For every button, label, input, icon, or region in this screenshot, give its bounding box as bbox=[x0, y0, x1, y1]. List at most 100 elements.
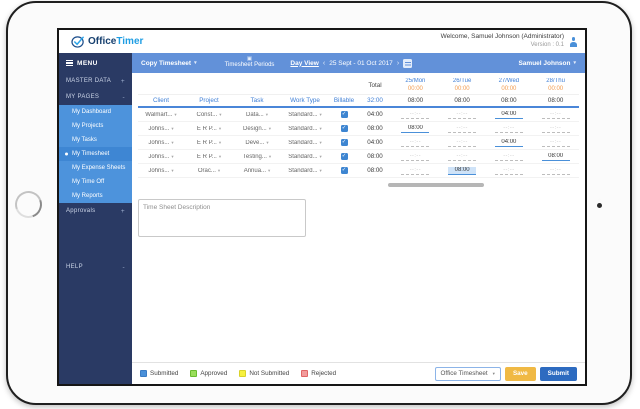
project-dropdown[interactable]: E R P...▾ bbox=[184, 140, 234, 146]
sidebar-item-my-pages[interactable]: MY PAGES - bbox=[59, 89, 132, 105]
work-type-dropdown[interactable]: Standard...▾ bbox=[280, 112, 330, 118]
work-type-dropdown[interactable]: Standard...▾ bbox=[280, 168, 330, 174]
client-dropdown[interactable]: Walmart...▾ bbox=[138, 112, 184, 118]
task-dropdown[interactable]: Deve...▾ bbox=[234, 140, 280, 146]
chevron-down-icon: ▾ bbox=[320, 112, 322, 118]
sidebar-item-help[interactable]: HELP - bbox=[59, 259, 132, 275]
home-button[interactable] bbox=[11, 187, 47, 223]
billable-cell: ✓ bbox=[330, 167, 358, 174]
task-dropdown[interactable]: Data...▾ bbox=[234, 112, 280, 118]
day-cell: --:-- bbox=[392, 167, 439, 175]
project-dropdown[interactable]: Const...▾ bbox=[184, 112, 234, 118]
sidebar-item-my-tasks[interactable]: My Tasks bbox=[59, 133, 132, 147]
user-avatar-icon[interactable] bbox=[568, 36, 579, 47]
table-row: Walmart...▾Const...▾Data...▾Standard...▾… bbox=[138, 108, 579, 122]
time-entry-input[interactable]: --:-- bbox=[495, 125, 523, 133]
horizontal-scrollbar[interactable] bbox=[388, 183, 484, 187]
sidebar-item-master-data[interactable]: MASTER DATA + bbox=[59, 73, 132, 89]
officetimer-logo: OfficeTimer bbox=[71, 35, 143, 48]
work-type-dropdown[interactable]: Standard...▾ bbox=[280, 126, 330, 132]
time-entry-input[interactable]: 08:00 bbox=[448, 167, 476, 175]
billable-checkbox[interactable]: ✓ bbox=[341, 153, 348, 160]
sidebar-item-approvals[interactable]: Approvals + bbox=[59, 203, 132, 219]
time-entry-input[interactable]: --:-- bbox=[401, 111, 429, 119]
submit-button[interactable]: Submit bbox=[540, 367, 577, 381]
time-entry-input[interactable]: --:-- bbox=[542, 139, 570, 147]
chevron-down-icon: ▾ bbox=[219, 126, 221, 132]
expand-icon: + bbox=[121, 208, 125, 215]
row-total-value: 08:00 bbox=[358, 153, 392, 160]
prev-week-button[interactable]: ‹ bbox=[323, 60, 325, 67]
copy-timesheet-dropdown[interactable]: Copy Timesheet ▾ bbox=[141, 60, 197, 67]
work-type-value: Standard...▾ bbox=[288, 168, 322, 174]
time-entry-input[interactable]: --:-- bbox=[542, 125, 570, 133]
client-dropdown[interactable]: Johns...▾ bbox=[138, 168, 184, 174]
time-entry-input[interactable]: --:-- bbox=[448, 153, 476, 161]
timesheet-periods-button[interactable]: ▣ Timesheet Periods bbox=[225, 57, 275, 69]
chevron-down-icon: ▾ bbox=[269, 126, 271, 132]
time-entry-input[interactable]: --:-- bbox=[401, 167, 429, 175]
client-dropdown[interactable]: Johns...▾ bbox=[138, 140, 184, 146]
billable-checkbox[interactable]: ✓ bbox=[341, 167, 348, 174]
master-data-label: MASTER DATA bbox=[66, 78, 111, 84]
task-text: Data... bbox=[246, 112, 264, 118]
time-entry-input[interactable]: --:-- bbox=[401, 139, 429, 147]
time-entry-input[interactable]: --:-- bbox=[542, 111, 570, 119]
day-header-25/Mon: 25/Mon00:00 bbox=[392, 78, 439, 92]
day-cell: --:-- bbox=[392, 139, 439, 147]
chevron-down-icon: ▾ bbox=[266, 112, 268, 118]
day-cell: --:-- bbox=[486, 125, 533, 133]
task-value: Deve...▾ bbox=[245, 140, 268, 146]
user-selector-dropdown[interactable]: Samuel Johnson ▾ bbox=[518, 60, 576, 67]
time-entry-input[interactable]: 04:00 bbox=[495, 111, 523, 119]
task-dropdown[interactable]: Testing...▾ bbox=[234, 154, 280, 160]
timesheet-type-select[interactable]: Office Timesheet ▾ bbox=[435, 367, 501, 381]
status-legend: SubmittedApprovedNot SubmittedRejected bbox=[140, 370, 336, 377]
sidebar-item-my-timesheet[interactable]: My Timesheet bbox=[59, 147, 132, 161]
day-cell: --:-- bbox=[486, 167, 533, 175]
time-entry-input[interactable]: --:-- bbox=[495, 153, 523, 161]
time-entry-input[interactable]: --:-- bbox=[448, 125, 476, 133]
work-type-value: Standard...▾ bbox=[288, 140, 322, 146]
project-dropdown[interactable]: Orac...▾ bbox=[184, 168, 234, 174]
sidebar-item-my-projects[interactable]: My Projects bbox=[59, 119, 132, 133]
menu-label: MENU bbox=[77, 60, 98, 67]
time-entry-input[interactable]: --:-- bbox=[448, 139, 476, 147]
officetimer-app: OfficeTimer Welcome, Samuel Johnson (Adm… bbox=[59, 30, 585, 384]
task-dropdown[interactable]: Design...▾ bbox=[234, 126, 280, 132]
project-dropdown[interactable]: E R P...▾ bbox=[184, 126, 234, 132]
day-view-link[interactable]: Day View bbox=[290, 60, 318, 67]
sidebar-item-my-time-off[interactable]: My Time Off bbox=[59, 175, 132, 189]
save-button[interactable]: Save bbox=[505, 367, 536, 381]
work-type-dropdown[interactable]: Standard...▾ bbox=[280, 140, 330, 146]
client-dropdown[interactable]: Johns...▾ bbox=[138, 154, 184, 160]
billable-cell: ✓ bbox=[330, 153, 358, 160]
project-text: E R P... bbox=[197, 154, 217, 160]
client-dropdown[interactable]: Johns...▾ bbox=[138, 126, 184, 132]
logo-mark-icon bbox=[71, 35, 86, 48]
billable-checkbox[interactable]: ✓ bbox=[341, 125, 348, 132]
project-text: Const... bbox=[197, 112, 218, 118]
time-entry-input[interactable]: --:-- bbox=[401, 153, 429, 161]
calendar-icon[interactable] bbox=[403, 59, 412, 68]
project-dropdown[interactable]: E R P...▾ bbox=[184, 154, 234, 160]
next-week-button[interactable]: › bbox=[397, 60, 399, 67]
day-extra-hours: 00:00 bbox=[392, 86, 439, 93]
sidebar-item-my-expense-sheets[interactable]: My Expense Sheets bbox=[59, 161, 132, 175]
menu-toggle[interactable]: MENU bbox=[59, 53, 132, 73]
client-text: Johns... bbox=[148, 168, 169, 174]
time-entry-input[interactable]: --:-- bbox=[542, 167, 570, 175]
sidebar-item-my-dashboard[interactable]: My Dashboard bbox=[59, 105, 132, 119]
sidebar-item-my-reports[interactable]: My Reports bbox=[59, 189, 132, 203]
time-entry-input[interactable]: 08:00 bbox=[401, 125, 429, 133]
time-entry-input[interactable]: 04:00 bbox=[495, 139, 523, 147]
time-entry-input[interactable]: 08:00 bbox=[542, 153, 570, 161]
time-entry-input[interactable]: --:-- bbox=[448, 111, 476, 119]
work-type-dropdown[interactable]: Standard...▾ bbox=[280, 154, 330, 160]
timesheet-description-input[interactable] bbox=[138, 199, 306, 237]
billable-checkbox[interactable]: ✓ bbox=[341, 111, 348, 118]
billable-checkbox[interactable]: ✓ bbox=[341, 139, 348, 146]
time-entry-input[interactable]: --:-- bbox=[495, 167, 523, 175]
task-dropdown[interactable]: Annua...▾ bbox=[234, 168, 280, 174]
task-value: Annua...▾ bbox=[244, 168, 271, 174]
